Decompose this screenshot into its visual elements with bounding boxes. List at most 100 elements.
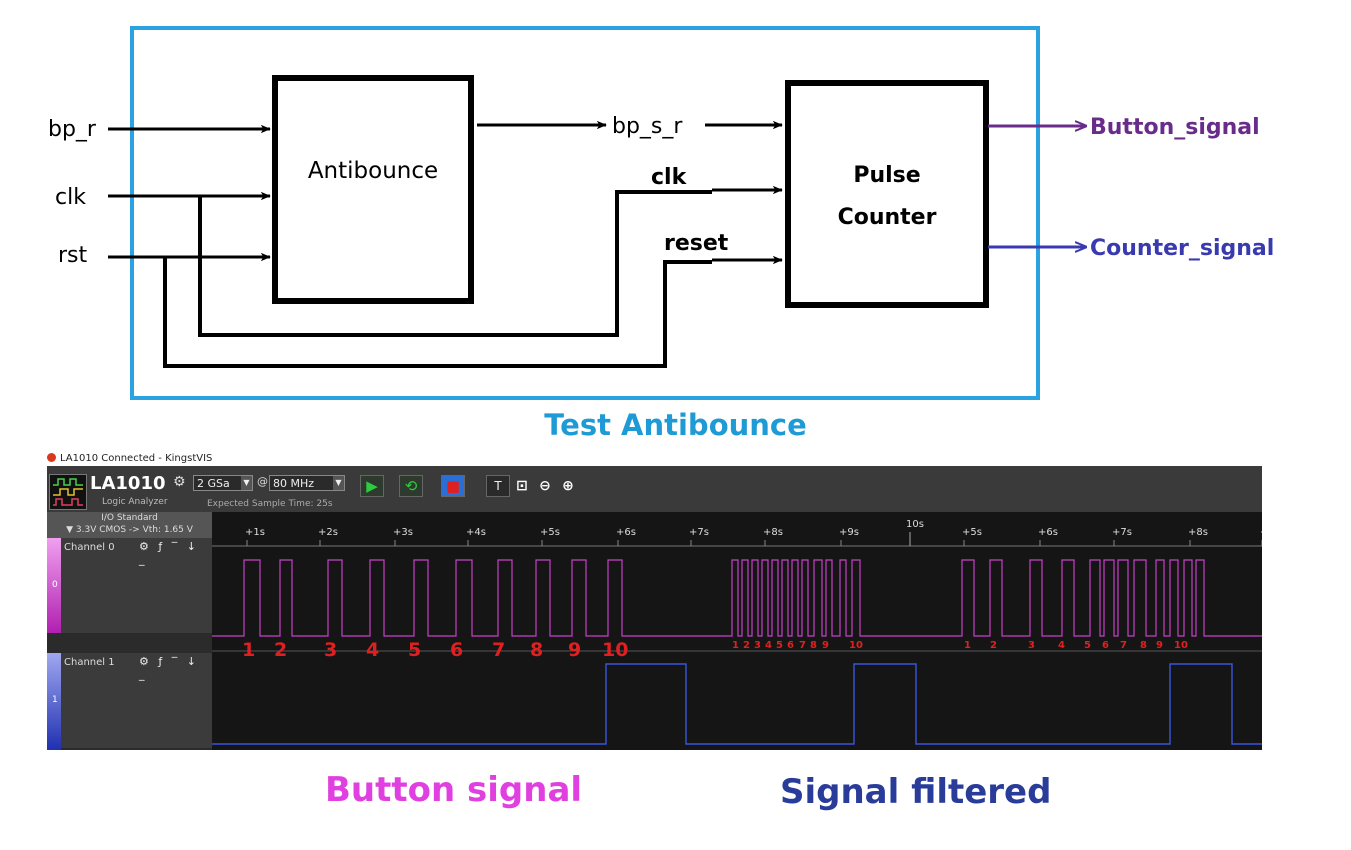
timeline-tick-label: + <box>1260 527 1262 538</box>
press-count-label: 5 <box>776 640 783 651</box>
press-count-label: 7 <box>799 640 806 651</box>
zoom-out-button[interactable]: ⊖ <box>534 475 556 497</box>
timeline-tick-label: +1s <box>245 527 265 538</box>
zoom-in-icon: ⊕ <box>562 478 574 494</box>
stop-button[interactable]: ■ <box>441 475 465 497</box>
channel-1-trigger-tools[interactable]: ⚙ ƒ ‾ ↓ _ <box>139 655 212 681</box>
sample-depth-select[interactable]: 2 GSa ▼ <box>193 475 253 491</box>
press-count-label: 10 <box>849 640 863 651</box>
zoom-out-icon: ⊖ <box>539 478 551 494</box>
window-title: LA1010 Connected - KingstVIS <box>60 453 213 464</box>
antibounce-label: Antibounce <box>308 158 438 184</box>
window-titlebar: LA1010 Connected - KingstVIS <box>47 451 1262 466</box>
press-count-label: 4 <box>366 639 379 661</box>
channel-0-waveform <box>212 559 1262 637</box>
timeline-tick-label: +5s <box>962 527 982 538</box>
press-count-label: 9 <box>1156 640 1163 651</box>
press-count-label: 5 <box>408 639 421 661</box>
channel-0-index: 0 <box>52 580 58 590</box>
press-count-label: 7 <box>492 639 505 661</box>
timeline-tick-label: +6s <box>1038 527 1058 538</box>
channel-1-index: 1 <box>52 695 58 705</box>
io-standard-value: ▼ 3.3V CMOS -> Vth: 1.65 V <box>66 525 193 535</box>
press-count-label: 9 <box>822 640 829 651</box>
timeline-tick-label: +8s <box>763 527 783 538</box>
sample-rate-select[interactable]: 80 MHz ▼ <box>269 475 345 491</box>
channel-0-trigger-tools[interactable]: ⚙ ƒ ‾ ↓ _ <box>139 540 212 566</box>
press-count-label: 8 <box>1140 640 1147 651</box>
press-count-label: 6 <box>450 639 463 661</box>
press-count-label: 3 <box>1028 640 1035 651</box>
press-count-label: 2 <box>274 639 287 661</box>
channel-1-name: Channel 1 <box>64 657 115 668</box>
timeline-tick-label: +7s <box>1112 527 1132 538</box>
waveform-svg: 1 2 3 4 5 6 7 8 9 10 1 2 3 4 5 6 7 8 9 10 1 2 3 4 5 6 7 8 9 10 <box>212 532 1262 745</box>
press-count-label: 8 <box>530 639 543 661</box>
press-count-label: 4 <box>1058 640 1065 651</box>
timeline-marker-10s: 10s <box>906 519 924 530</box>
press-count-label: 1 <box>732 640 739 651</box>
press-count-label: 5 <box>1084 640 1091 651</box>
device-settings-gear-icon[interactable]: ⚙ <box>173 474 186 490</box>
clk-middle-label: clk <box>651 165 688 190</box>
toolbar: LA1010 Logic Analyzer ⚙ 2 GSa ▼ @ 80 MHz… <box>47 466 1262 512</box>
press-count-label: 7 <box>1120 640 1127 651</box>
timeline-tick-label: +9s <box>839 527 859 538</box>
reset-middle-label: reset <box>664 231 729 256</box>
timeline-tick-label: +4s <box>466 527 486 538</box>
zoom-in-button[interactable]: ⊕ <box>557 475 579 497</box>
play-icon: ▶ <box>366 477 378 495</box>
chevron-down-icon: ▼ <box>333 476 344 490</box>
start-button[interactable]: ▶ <box>360 475 384 497</box>
logic-analyzer-icon[interactable] <box>49 474 87 510</box>
press-count-label: 8 <box>810 640 817 651</box>
pulse-counter-label-2: Counter <box>838 205 937 230</box>
press-count-label: 2 <box>743 640 750 651</box>
app-logo-icon <box>47 452 56 462</box>
test-antibounce-caption: Test Antibounce <box>544 408 807 442</box>
zoom-fit-icon: ⊡ <box>516 478 528 494</box>
block-diagram: Antibounce Pulse Counter bp_r clk rst bp… <box>48 26 1274 400</box>
device-name[interactable]: LA1010 <box>90 473 166 494</box>
repeat-play-icon: ⟲ <box>404 477 418 495</box>
sample-rate-value: 80 MHz <box>273 477 315 490</box>
kingstvis-window: LA1010 Connected - KingstVIS LA1010 Logi… <box>47 451 1262 750</box>
chevron-down-icon: ▼ <box>241 476 252 490</box>
signal-filtered-caption: Signal filtered <box>780 772 1052 812</box>
press-count-label: 2 <box>990 640 997 651</box>
counter-signal-label: Counter_signal <box>1090 236 1274 261</box>
channel-0-name: Channel 0 <box>64 542 115 553</box>
timeline-tick-label: +3s <box>393 527 413 538</box>
pulse-counter-block <box>785 80 989 308</box>
press-count-label: 9 <box>568 639 581 661</box>
trigger-t-icon: T <box>494 479 502 493</box>
input-rst-label: rst <box>58 243 88 268</box>
repeat-start-button[interactable]: ⟲ <box>399 475 423 497</box>
press-count-label: 6 <box>1102 640 1109 651</box>
channel-1-waveform <box>212 663 1262 745</box>
input-clk-label: clk <box>55 185 86 210</box>
button-signal-label: Button_signal <box>1090 115 1260 140</box>
zoom-fit-button[interactable]: ⊡ <box>511 475 533 497</box>
press-count-label: 10 <box>1174 640 1188 651</box>
io-standard-header[interactable]: I/O Standard ▼ 3.3V CMOS -> Vth: 1.65 V <box>47 512 212 538</box>
bp-s-r-label: bp_s_r <box>612 114 683 139</box>
timeline-tick-label: +6s <box>616 527 636 538</box>
sample-depth-value: 2 GSa <box>197 477 230 490</box>
timeline-tick-label: +7s <box>689 527 709 538</box>
press-count-label: 1 <box>242 639 255 661</box>
channel-0-row[interactable]: 0 Channel 0 ⚙ ƒ ‾ ↓ _ <box>47 538 212 633</box>
trigger-button[interactable]: T <box>486 475 510 497</box>
press-count-label: 3 <box>324 639 337 661</box>
timeline-tick-label: +5s <box>540 527 560 538</box>
expected-sample-time: Expected Sample Time: 25s <box>207 499 333 509</box>
waveform-area[interactable]: 1 2 3 4 5 6 7 8 9 10 1 2 3 4 5 6 7 8 9 10 1 2 3 4 5 6 7 8 9 10 10s +1… <box>212 512 1262 750</box>
device-subtitle: Logic Analyzer <box>102 497 168 507</box>
press-count-label: 3 <box>754 640 761 651</box>
channel-1-row[interactable]: 1 Channel 1 ⚙ ƒ ‾ ↓ _ <box>47 653 212 750</box>
pulse-counter-label-1: Pulse <box>853 163 920 188</box>
press-count-label: 10 <box>602 639 628 661</box>
at-label: @ <box>257 475 268 488</box>
io-standard-title: I/O Standard <box>101 513 158 523</box>
press-count-label: 1 <box>964 640 971 651</box>
